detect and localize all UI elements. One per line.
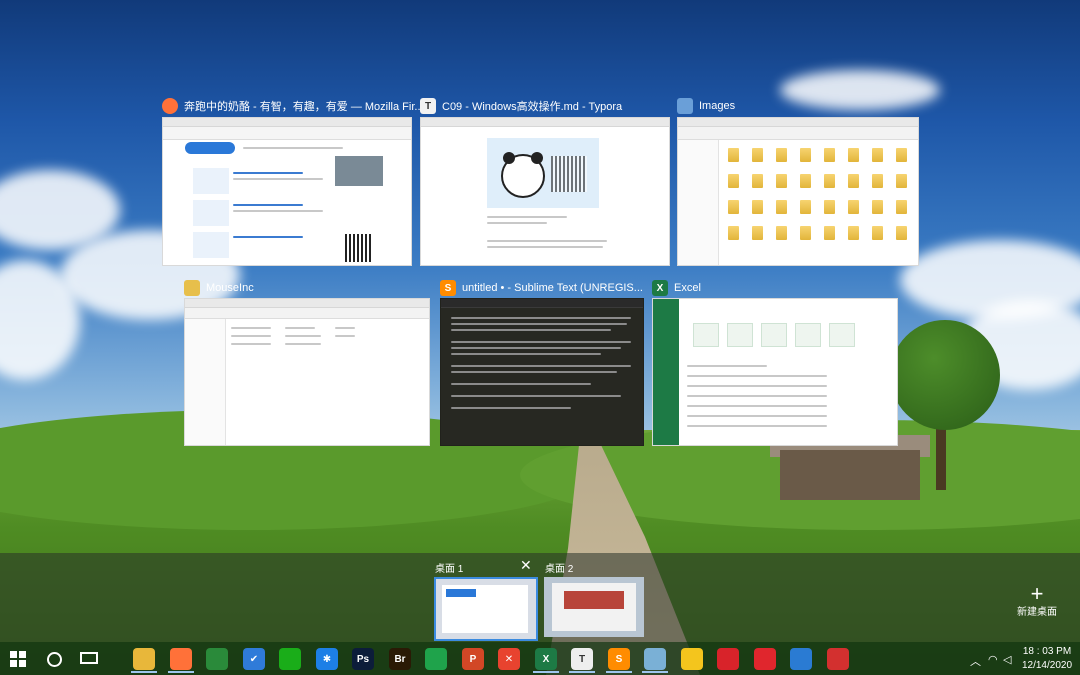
window-thumbnail xyxy=(677,117,919,266)
desktop-2-label: 桌面 2 xyxy=(545,564,574,575)
taskbar-clock[interactable]: 18 : 03 PM 12/14/2020 xyxy=(1018,645,1076,673)
windows-start-icon[interactable] xyxy=(10,651,26,667)
new-desktop-button[interactable]: + 新建桌面 xyxy=(1012,581,1062,619)
volume-icon[interactable]: ◁ xyxy=(1003,653,1011,666)
firefox-icon xyxy=(162,98,178,114)
window-thumbnail xyxy=(652,298,898,446)
todo-icon[interactable]: ✔ xyxy=(243,648,265,670)
close-desktop-button[interactable]: ✕ xyxy=(520,557,532,574)
window-mouseinc[interactable]: MouseInc xyxy=(184,278,430,446)
window-excel[interactable]: X Excel xyxy=(652,278,898,446)
window-title: Images xyxy=(699,100,736,112)
clock-date: 12/14/2020 xyxy=(1021,660,1073,671)
typora-icon[interactable]: T xyxy=(571,648,593,670)
netease-music-icon[interactable] xyxy=(827,648,849,670)
window-title: untitled • - Sublime Text (UNREGIS... xyxy=(462,282,643,294)
window-title: Excel xyxy=(674,282,701,294)
excel-icon[interactable]: X xyxy=(535,648,557,670)
window-thumbnail xyxy=(184,298,430,446)
firefox-icon[interactable] xyxy=(170,648,192,670)
excel-icon: X xyxy=(652,280,668,296)
bridge-icon[interactable]: Br xyxy=(389,648,411,670)
image-folder-icon xyxy=(677,98,693,114)
sublime-icon[interactable]: S xyxy=(608,648,630,670)
chrome-icon[interactable] xyxy=(206,648,228,670)
folder-icon xyxy=(184,280,200,296)
running-indicator xyxy=(131,671,157,673)
window-title: MouseInc xyxy=(206,282,254,294)
powerpoint-icon[interactable]: P xyxy=(462,648,484,670)
wifi-icon[interactable]: ◠ xyxy=(988,653,998,666)
window-sublime-text[interactable]: S untitled • - Sublime Text (UNREGIS... xyxy=(440,278,644,446)
task-view-icon[interactable] xyxy=(80,652,98,664)
blue-circle-app-icon[interactable] xyxy=(790,648,812,670)
running-indicator xyxy=(168,671,194,673)
desktop-2-thumbnail[interactable] xyxy=(544,577,644,637)
window-thumbnail xyxy=(440,298,644,446)
window-images[interactable]: Images xyxy=(677,96,919,266)
running-indicator xyxy=(569,671,595,673)
window-typora[interactable]: T C09 - Windows高效操作.md - Typora xyxy=(420,96,670,266)
desktop-1-label: 桌面 1 xyxy=(435,564,464,575)
file-explorer-icon[interactable] xyxy=(133,648,155,670)
desktop-1-thumbnail[interactable] xyxy=(434,577,538,641)
wechat-icon[interactable] xyxy=(279,648,301,670)
sublime-icon: S xyxy=(440,280,456,296)
app-blue-star-icon[interactable]: ✱ xyxy=(316,648,338,670)
running-indicator xyxy=(606,671,632,673)
window-firefox[interactable]: 奔跑中的奶酪 - 有智，有趣，有爱 — Mozilla Fir... xyxy=(162,96,424,266)
typora-icon: T xyxy=(420,98,436,114)
xmind-icon[interactable]: ✕ xyxy=(498,648,520,670)
window-thumbnail xyxy=(420,117,670,266)
clock-time: 18 : 03 PM xyxy=(1022,646,1072,657)
window-thumbnail xyxy=(162,117,412,266)
photoshop-icon[interactable]: Ps xyxy=(352,648,374,670)
new-desktop-label: 新建桌面 xyxy=(1017,607,1057,618)
image-viewer-icon[interactable] xyxy=(644,648,666,670)
window-title: C09 - Windows高效操作.md - Typora xyxy=(442,101,623,113)
running-indicator xyxy=(642,671,668,673)
running-indicator xyxy=(533,671,559,673)
green-app-icon[interactable] xyxy=(425,648,447,670)
search-circle-icon[interactable] xyxy=(47,652,62,667)
window-title: 奔跑中的奶酪 - 有智，有趣，有爱 — Mozilla Fir... xyxy=(184,101,424,113)
red-app-icon[interactable] xyxy=(717,648,739,670)
chevron-up-icon[interactable]: ︿ xyxy=(970,653,981,669)
red-note-icon[interactable] xyxy=(754,648,776,670)
yellow-app-icon[interactable] xyxy=(681,648,703,670)
plus-icon: + xyxy=(1030,581,1044,606)
virtual-desktop-strip xyxy=(0,553,1080,642)
